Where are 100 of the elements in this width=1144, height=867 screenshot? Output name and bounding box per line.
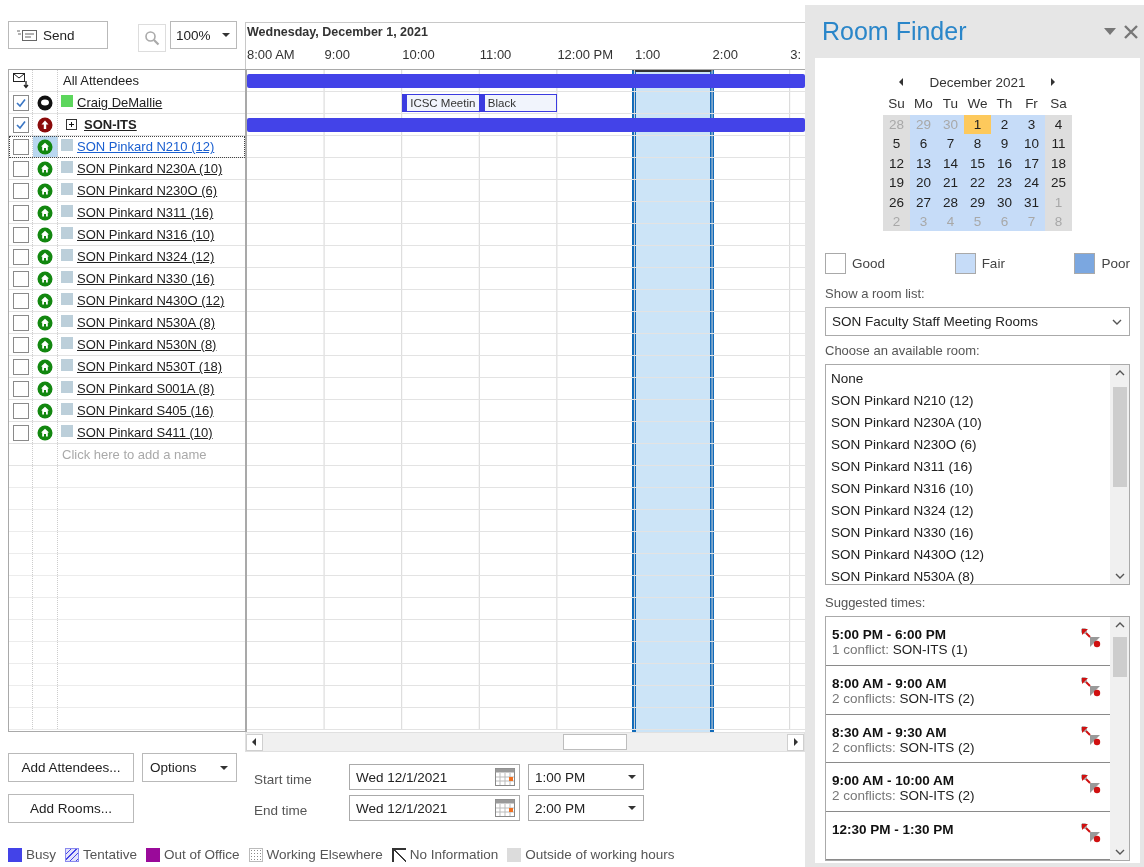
- scroll-left-button[interactable]: [246, 733, 263, 751]
- attendee-name[interactable]: SON Pinkard N530T (18): [77, 359, 222, 374]
- attendee-name[interactable]: SON Pinkard N530N (8): [77, 337, 217, 352]
- calendar-day[interactable]: 5: [883, 134, 910, 154]
- close-icon[interactable]: [1124, 24, 1138, 39]
- calendar-day[interactable]: 3: [1018, 115, 1045, 135]
- room-list-dropdown[interactable]: SON Faculty Staff Meeting Rooms: [825, 307, 1130, 337]
- attendee-checkbox[interactable]: [12, 380, 29, 397]
- dropdown-arrow-icon[interactable]: [627, 772, 637, 782]
- calendar-day[interactable]: 4: [1045, 115, 1072, 135]
- calendar-day[interactable]: 22: [964, 173, 991, 193]
- availability-label: Poor: [1101, 256, 1130, 272]
- vertical-scrollbar[interactable]: [1110, 365, 1129, 585]
- hour-label: 1:00: [633, 47, 662, 64]
- attendee-checkbox[interactable]: [12, 424, 29, 441]
- attendee-name[interactable]: Craig DeMallie: [77, 95, 163, 110]
- horizontal-scrollbar[interactable]: [245, 732, 805, 752]
- attendee-name[interactable]: SON Pinkard N316 (10): [77, 227, 215, 242]
- room-option[interactable]: None: [831, 368, 1110, 391]
- attendee-name[interactable]: SON Pinkard N210 (12): [77, 139, 215, 154]
- calendar-day[interactable]: 2: [991, 115, 1018, 135]
- hour-label: 12:00 PM: [556, 47, 615, 64]
- attendee-name[interactable]: SON-ITS: [84, 117, 137, 132]
- attendee-checkbox[interactable]: [12, 358, 29, 375]
- attendee-name[interactable]: SON Pinkard S411 (10): [77, 425, 213, 440]
- vertical-scrollbar[interactable]: [1110, 617, 1129, 861]
- attendee-checkbox[interactable]: [12, 182, 29, 199]
- options-button[interactable]: Options: [142, 753, 237, 782]
- scrollbar-thumb[interactable]: [1112, 387, 1127, 488]
- room-option[interactable]: SON Pinkard N324 (12): [831, 500, 1110, 523]
- calendar-day[interactable]: 20: [910, 173, 937, 193]
- conflict-icon: [1080, 773, 1102, 796]
- calendar-day[interactable]: 10: [1018, 134, 1045, 154]
- attendee-name[interactable]: SON Pinkard S001A (8): [77, 381, 215, 396]
- scroll-right-button[interactable]: [787, 733, 804, 751]
- attendee-name[interactable]: SON Pinkard N330 (16): [77, 271, 215, 286]
- time-dropdown[interactable]: 1:00 PM: [528, 764, 644, 790]
- room-option[interactable]: SON Pinkard N210 (12): [831, 390, 1110, 413]
- expand-icon[interactable]: [66, 119, 77, 130]
- room-option[interactable]: SON Pinkard N311 (16): [831, 456, 1110, 479]
- attendee-checkbox[interactable]: [12, 94, 29, 111]
- attendee-checkbox[interactable]: [12, 402, 29, 419]
- calendar-day[interactable]: 24: [1018, 173, 1045, 193]
- room-option[interactable]: SON Pinkard N330 (16): [831, 522, 1110, 545]
- room-option[interactable]: SON Pinkard N430O (12): [831, 544, 1110, 567]
- send-button[interactable]: Send: [8, 21, 108, 49]
- calendar-day[interactable]: 7: [937, 134, 964, 154]
- dropdown-arrow-icon[interactable]: [221, 30, 231, 40]
- attendee-name[interactable]: SON Pinkard N430O (12): [77, 293, 225, 308]
- time-dropdown[interactable]: 2:00 PM: [528, 795, 644, 821]
- scrollbar-thumb[interactable]: [563, 734, 627, 750]
- weekday-label: We: [966, 95, 989, 113]
- date-field[interactable]: Wed 12/1/2021: [349, 764, 520, 790]
- calendar-day[interactable]: 25: [1045, 173, 1072, 193]
- legend-swatch: [65, 847, 79, 862]
- room-icon: [37, 138, 53, 155]
- attendee-name[interactable]: SON Pinkard N230O (6): [77, 183, 218, 198]
- attendee-name[interactable]: SON Pinkard N230A (10): [77, 161, 223, 176]
- calendar-icon[interactable]: [495, 799, 515, 817]
- attendee-name[interactable]: SON Pinkard N324 (12): [77, 249, 215, 264]
- calendar-day[interactable]: 1: [964, 115, 991, 135]
- attendee-checkbox[interactable]: [12, 248, 29, 265]
- zoom-dropdown[interactable]: 100%: [170, 21, 237, 49]
- attendee-checkbox[interactable]: [12, 292, 29, 309]
- date-field[interactable]: Wed 12/1/2021: [349, 795, 520, 821]
- attendee-checkbox[interactable]: [12, 204, 29, 221]
- attendee-checkbox[interactable]: [12, 116, 29, 133]
- add-name-field[interactable]: Click here to add a name: [61, 447, 245, 462]
- add-attendees-button[interactable]: Add Attendees...: [8, 753, 134, 782]
- add-rooms-button[interactable]: Add Rooms...: [8, 794, 134, 823]
- calendar-day[interactable]: 6: [910, 134, 937, 154]
- all-attendees-label: All Attendees: [62, 73, 139, 88]
- attendee-checkbox[interactable]: [12, 226, 29, 243]
- hour-label: 2:00: [711, 47, 739, 64]
- calendar-day[interactable]: 11: [1045, 134, 1072, 154]
- attendee-checkbox[interactable]: [12, 270, 29, 287]
- attendee-name[interactable]: SON Pinkard S405 (16): [77, 403, 214, 418]
- attendee-checkbox[interactable]: [12, 138, 29, 155]
- room-option[interactable]: SON Pinkard N230A (10): [831, 412, 1110, 435]
- calendar-day[interactable]: 9: [991, 134, 1018, 154]
- dropdown-arrow-icon[interactable]: [627, 803, 637, 813]
- calendar-day[interactable]: 19: [883, 173, 910, 193]
- room-option[interactable]: SON Pinkard N316 (10): [831, 478, 1110, 501]
- attendee-checkbox[interactable]: [12, 336, 29, 353]
- attendee-checkbox[interactable]: [12, 314, 29, 331]
- zoom-button[interactable]: [138, 24, 166, 52]
- scrollbar-thumb[interactable]: [1112, 637, 1127, 678]
- calendar-day[interactable]: 21: [937, 173, 964, 193]
- search-icon: [144, 30, 160, 46]
- calendar-icon[interactable]: [495, 768, 515, 786]
- attendee-checkbox[interactable]: [12, 160, 29, 177]
- calendar-day[interactable]: 23: [991, 173, 1018, 193]
- attendee-name[interactable]: SON Pinkard N530A (8): [77, 315, 215, 330]
- room-option[interactable]: SON Pinkard N530A (8): [831, 566, 1110, 585]
- attendee-name[interactable]: SON Pinkard N311 (16): [77, 205, 214, 220]
- room-option[interactable]: SON Pinkard N230O (6): [831, 434, 1110, 457]
- conflict-icon: [1080, 821, 1102, 844]
- selected-time-range[interactable]: [632, 70, 714, 732]
- calendar-day[interactable]: 8: [964, 134, 991, 154]
- panel-menu-icon[interactable]: [1104, 27, 1116, 36]
